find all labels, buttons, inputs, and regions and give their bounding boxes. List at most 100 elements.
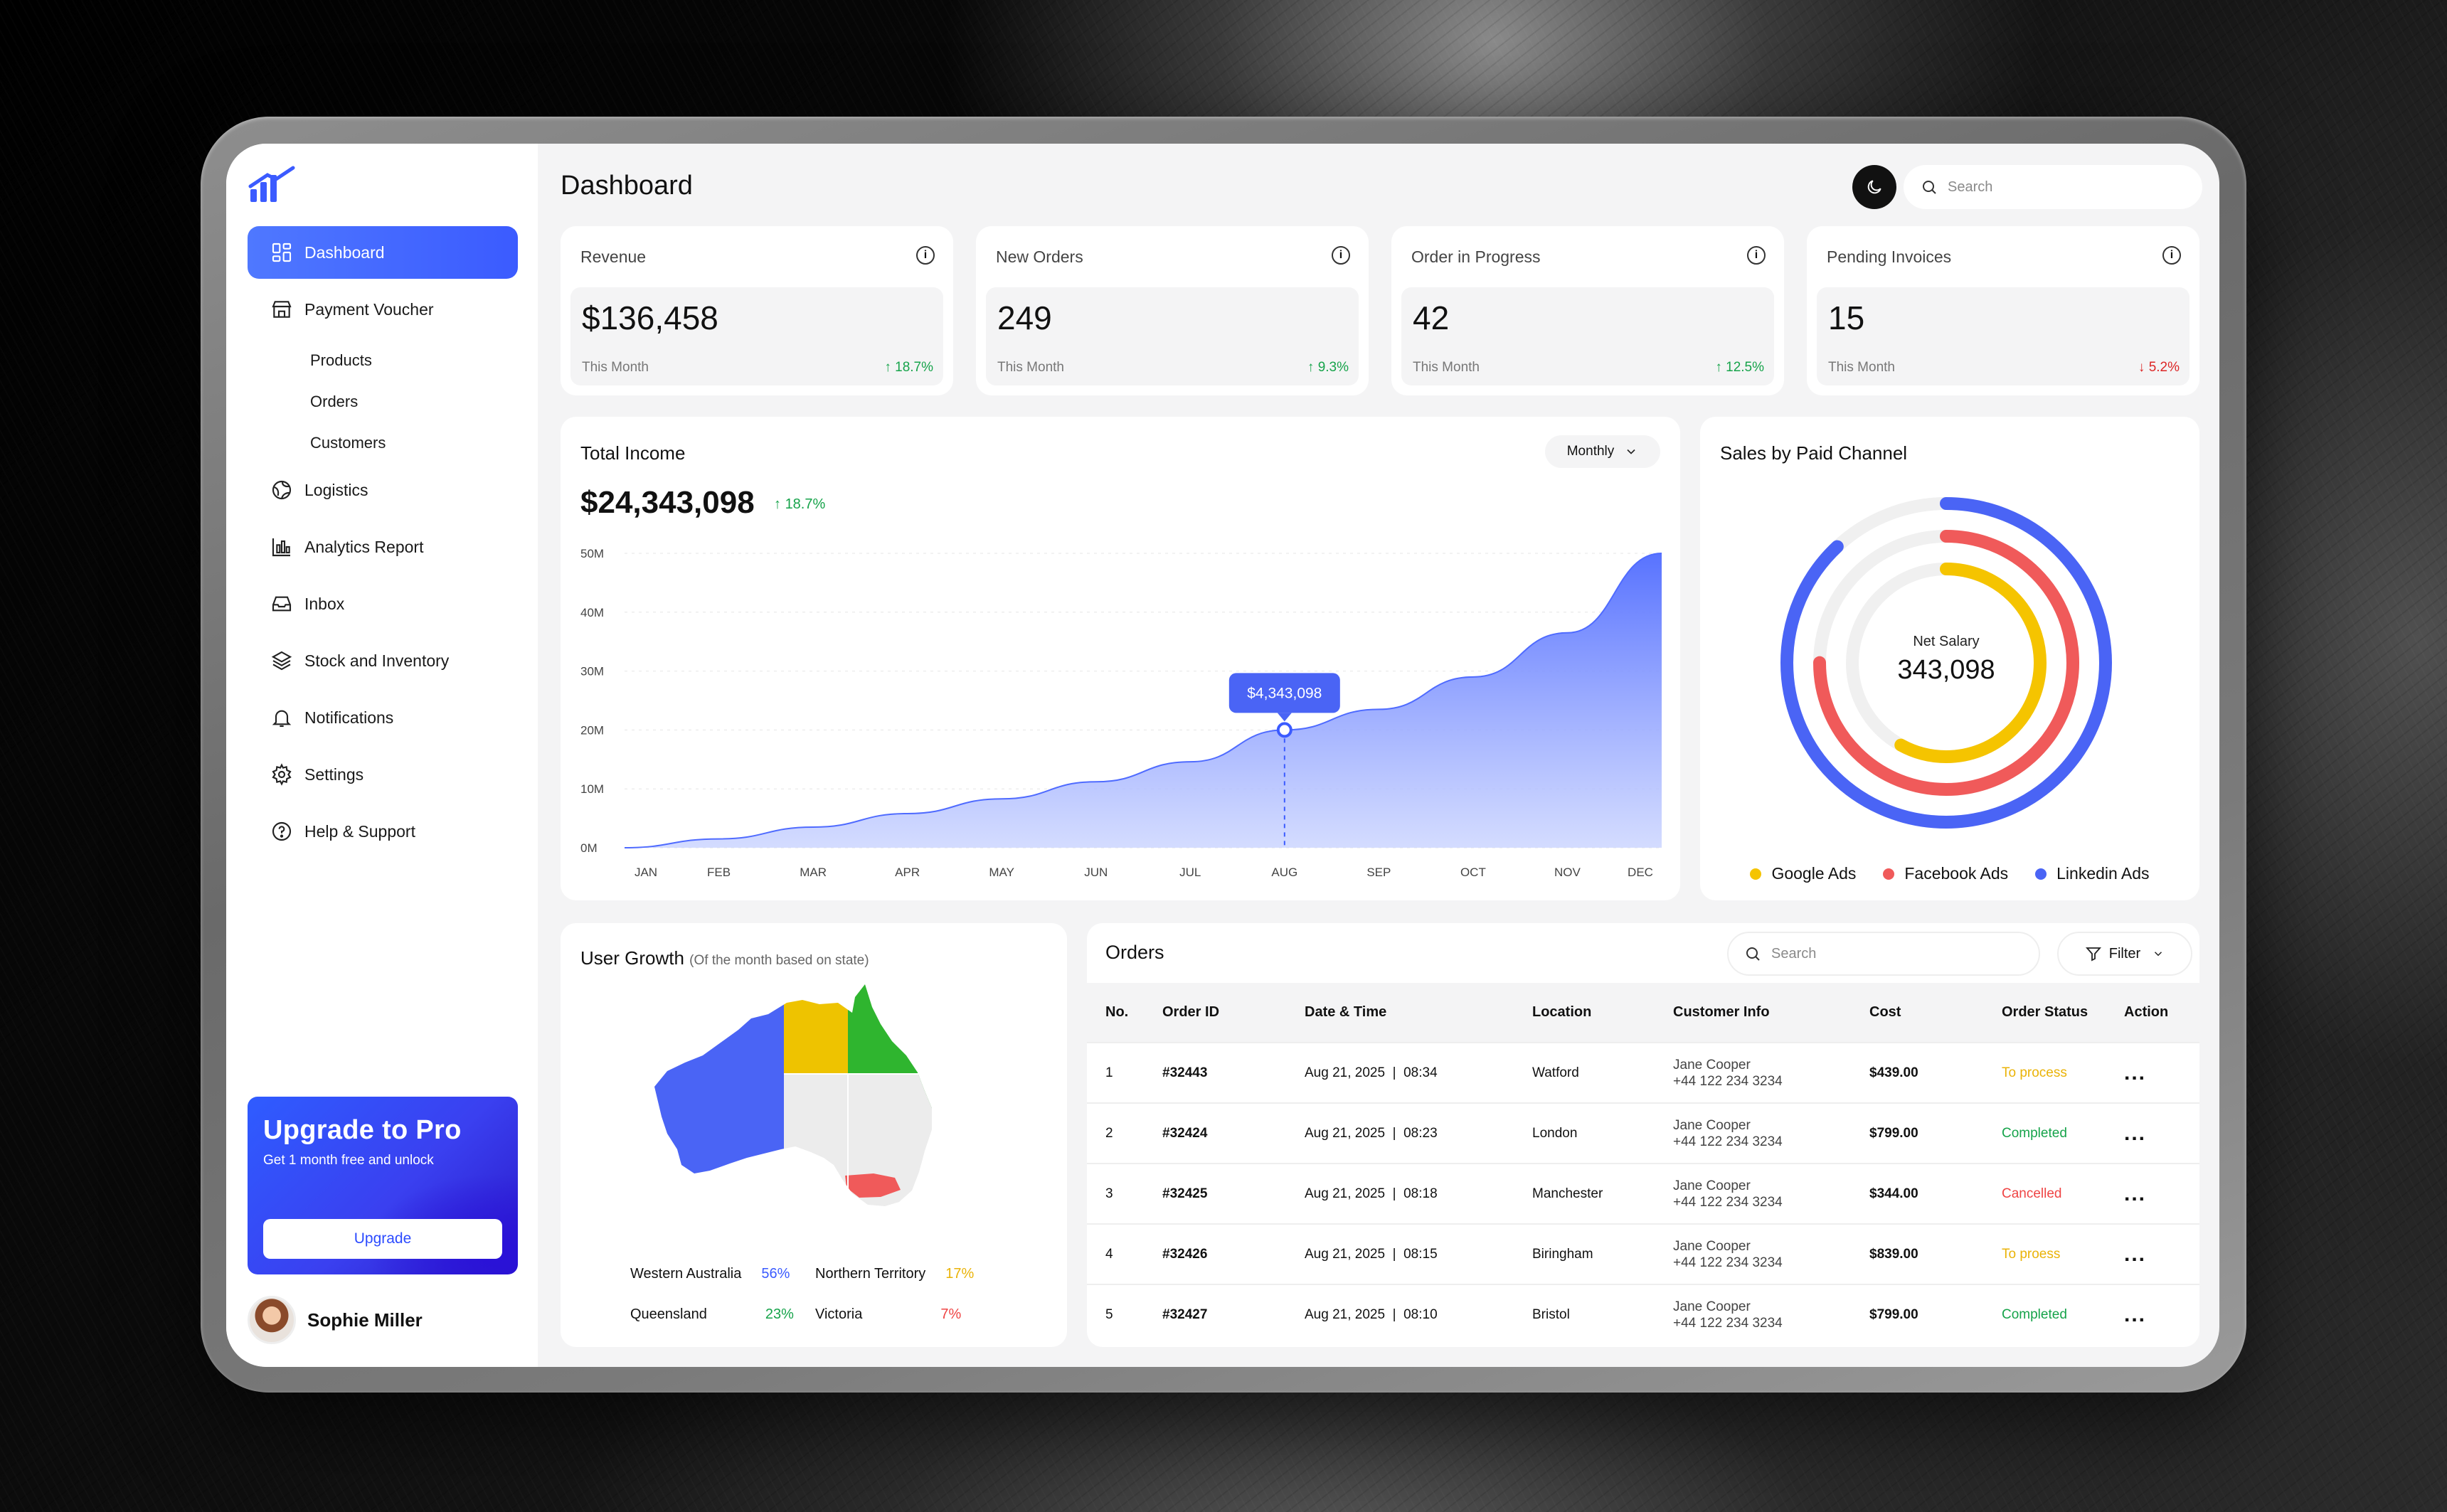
highlight-point	[1276, 722, 1292, 738]
filter-icon	[2085, 947, 2101, 962]
col-cost[interactable]: Cost	[1851, 983, 1983, 1043]
info-icon[interactable]: i	[1332, 246, 1350, 265]
cell-no: 5	[1105, 1307, 1113, 1322]
sidebar-item-logistics[interactable]: Logistics	[248, 464, 518, 516]
sidebar-item-settings[interactable]: Settings	[248, 748, 518, 801]
col-location[interactable]: Location	[1514, 983, 1655, 1043]
promo-title: Upgrade to Pro	[263, 1115, 462, 1145]
col-order-status[interactable]: Order Status	[1983, 983, 2106, 1043]
y-tick-label: 30M	[580, 665, 604, 678]
user-profile[interactable]: Sophie Miller	[248, 1296, 423, 1344]
customer-phone: +44 122 234 3234	[1673, 1255, 1783, 1270]
customer-phone: +44 122 234 3234	[1673, 1073, 1783, 1089]
table-row[interactable]: 2 #32424 Aug 21, 2025 | 08:23 London Jan…	[1087, 1103, 2199, 1164]
radial-rings-chart: Net Salary 343,098	[1780, 497, 2112, 829]
sidebar-subitem-customers[interactable]: Customers	[248, 422, 518, 464]
col-no[interactable]: No.	[1087, 983, 1144, 1043]
cell-date: Aug 21, 2025 | 08:34	[1305, 1065, 1438, 1080]
stat-change: ↑ 18.7%	[884, 360, 933, 376]
state-row: Queensland 23% Victoria 7%	[630, 1306, 1000, 1323]
upgrade-button[interactable]: Upgrade	[263, 1219, 502, 1259]
cell-cost: $799.00	[1869, 1307, 1918, 1322]
cell-cost: $839.00	[1869, 1246, 1918, 1262]
col-order-id[interactable]: Order ID	[1144, 983, 1286, 1043]
center-label: Net Salary	[1913, 634, 1979, 649]
sales-legend: Google Ads Facebook Ads Linkedin Ads	[1700, 864, 2199, 883]
upgrade-promo: Upgrade to Pro Get 1 month free and unlo…	[248, 1097, 518, 1274]
layers-icon	[271, 651, 292, 671]
sidebar-subitem-products[interactable]: Products	[248, 340, 518, 381]
store-icon	[272, 301, 292, 318]
sidebar-item-help-support[interactable]: Help & Support	[248, 805, 518, 858]
more-actions-icon[interactable]: ...	[2106, 1164, 2199, 1224]
filter-button[interactable]: Filter	[2057, 932, 2192, 976]
sidebar-item-label: Payment Voucher	[304, 299, 434, 319]
state-new-south-wales[interactable]	[848, 1115, 940, 1165]
col-date-time[interactable]: Date & Time	[1286, 983, 1514, 1043]
cell-location: Watford	[1532, 1065, 1579, 1080]
state-name: Western Australia	[630, 1266, 742, 1282]
state-pct: 7%	[940, 1306, 962, 1322]
y-tick-label: 50M	[580, 547, 604, 560]
cell-cost: $439.00	[1869, 1065, 1918, 1080]
stat-label: Order in Progress	[1411, 247, 1541, 266]
cell-customer: Jane Cooper +44 122 234 3234	[1655, 1103, 1851, 1164]
stat-card-pending-invoices: Pending Invoices i 15 This Month ↓ 5.2%	[1807, 226, 2199, 395]
x-tick-label: JUN	[1084, 866, 1108, 879]
state-northern-territory[interactable]	[784, 980, 848, 1074]
bar-chart-icon	[272, 538, 290, 557]
sidebar-item-notifications[interactable]: Notifications	[248, 691, 518, 744]
stat-card-order-in-progress: Order in Progress i 42 This Month ↑ 12.5…	[1391, 226, 1784, 395]
more-actions-icon[interactable]: ...	[2106, 1284, 2199, 1345]
y-tick-label: 10M	[580, 782, 604, 796]
stat-period: This Month	[582, 360, 649, 375]
search-input[interactable]: Search	[1904, 165, 2202, 209]
stat-label: Pending Invoices	[1827, 247, 1952, 266]
logo-icon[interactable]	[248, 165, 297, 203]
sidebar-item-stock-and-inventory[interactable]: Stock and Inventory	[248, 634, 518, 687]
cell-order-id: #32426	[1162, 1246, 1208, 1262]
sidebar: Dashboard Payment Voucher Products Order…	[226, 144, 538, 1367]
state-western-australia[interactable]	[646, 980, 784, 1208]
info-icon[interactable]: i	[1747, 246, 1766, 265]
sidebar-item-dashboard[interactable]: Dashboard	[248, 226, 518, 279]
info-icon[interactable]: i	[2162, 246, 2181, 265]
x-tick-label: MAR	[800, 866, 827, 879]
sidebar-item-analytics-report[interactable]: Analytics Report	[248, 521, 518, 573]
stat-card-revenue: Revenue i $136,458 This Month ↑ 18.7%	[561, 226, 953, 395]
promo-text: Get 1 month free and unlock	[263, 1153, 434, 1168]
col-customer-info[interactable]: Customer Info	[1655, 983, 1851, 1043]
state-name: Queensland	[630, 1306, 707, 1322]
customer-name: Jane Cooper	[1673, 1057, 1751, 1072]
sidebar-item-label: Help & Support	[304, 821, 415, 841]
info-icon[interactable]: i	[916, 246, 935, 265]
table-row[interactable]: 5 #32427 Aug 21, 2025 | 08:10 Bristol Ja…	[1087, 1284, 2199, 1345]
filter-label: Filter	[2108, 945, 2141, 962]
stat-period: This Month	[1413, 360, 1480, 375]
status-badge: To process	[2002, 1065, 2067, 1080]
table-row[interactable]: 1 #32443 Aug 21, 2025 | 08:34 Watford Ja…	[1087, 1043, 2199, 1103]
sidebar-item-inbox[interactable]: Inbox	[248, 577, 518, 630]
cell-order-id: #32443	[1162, 1065, 1208, 1080]
gear-icon	[272, 763, 292, 786]
sidebar-subitem-orders[interactable]: Orders	[248, 381, 518, 422]
customer-phone: +44 122 234 3234	[1673, 1316, 1783, 1331]
x-tick-label: APR	[895, 866, 920, 879]
legend-label: Facebook Ads	[1904, 864, 2009, 883]
state-name: Victoria	[815, 1306, 863, 1322]
legend-label: Linkedin Ads	[2056, 864, 2150, 883]
legend-dot	[2035, 868, 2047, 880]
table-row[interactable]: 3 #32425 Aug 21, 2025 | 08:18 Manchester…	[1087, 1164, 2199, 1224]
cell-customer: Jane Cooper +44 122 234 3234	[1655, 1284, 1851, 1345]
theme-toggle-button[interactable]	[1852, 165, 1896, 209]
status-badge: Cancelled	[2002, 1186, 2062, 1201]
stat-value: 249	[997, 299, 1052, 336]
orders-search-input[interactable]: Search	[1727, 932, 2040, 976]
more-actions-icon[interactable]: ...	[2106, 1224, 2199, 1284]
page-title: Dashboard	[561, 171, 693, 201]
cell-location: Bristol	[1532, 1307, 1570, 1322]
more-actions-icon[interactable]: ...	[2106, 1043, 2199, 1103]
sidebar-item-payment-voucher[interactable]: Payment Voucher	[248, 283, 518, 336]
more-actions-icon[interactable]: ...	[2106, 1103, 2199, 1164]
table-row[interactable]: 4 #32426 Aug 21, 2025 | 08:15 Biringham …	[1087, 1224, 2199, 1284]
